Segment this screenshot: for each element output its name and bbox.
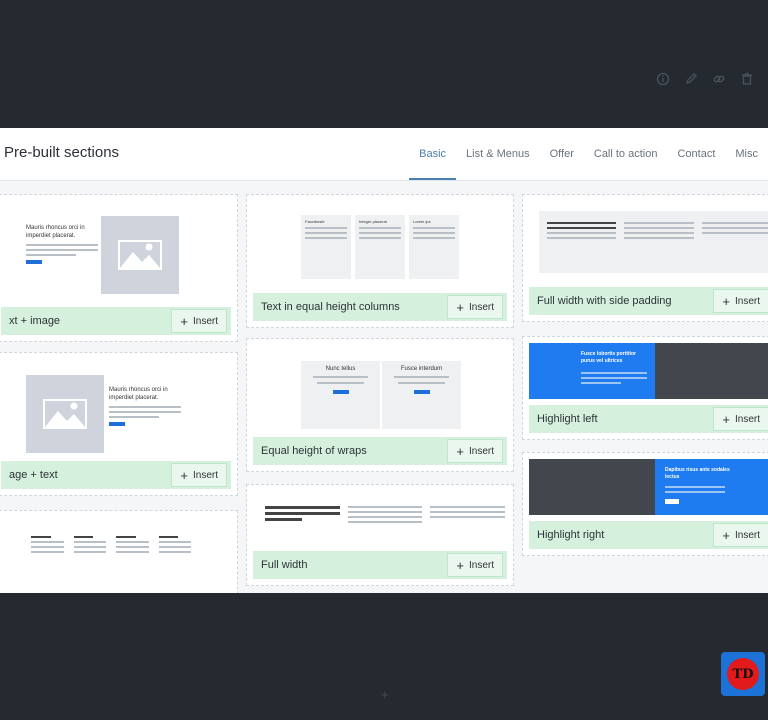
preview-heading: Mauris rhoncus orci in imperdiet placera… xyxy=(26,225,85,239)
image-placeholder xyxy=(26,375,104,453)
insert-button[interactable]: + Insert xyxy=(447,295,503,319)
section-card-text-image[interactable]: Mauris rhoncus orci in imperdiet placera… xyxy=(0,194,238,342)
prebuilt-sections-modal: Pre-built sections Basic List & Menus Of… xyxy=(0,128,768,593)
plus-icon: + xyxy=(722,527,730,543)
plus-icon: + xyxy=(456,299,464,315)
insert-button[interactable]: + Insert xyxy=(713,523,768,547)
section-preview: Mauris rhoncus orci in imperdiet placera… xyxy=(1,359,231,455)
watermark-logo: TD xyxy=(721,652,765,696)
watermark-text: TD xyxy=(727,658,759,690)
tab-call-to-action[interactable]: Call to action xyxy=(584,128,668,180)
plus-icon: + xyxy=(722,411,730,427)
section-footer: age + text + Insert xyxy=(1,461,231,489)
section-card-full-width[interactable]: Full width + Insert xyxy=(246,484,514,586)
section-preview: Mauris rhoncus orci in imperdiet placera… xyxy=(1,201,231,301)
section-preview: Dapibus risus ante sodales lectus xyxy=(529,459,768,515)
link-icon[interactable] xyxy=(712,72,726,86)
section-card-full-width-padding[interactable]: Full width with side padding + Insert xyxy=(522,194,768,322)
image-placeholder xyxy=(101,216,179,294)
section-card-highlight-left[interactable]: Fusce lobortis porttitor purus vel ultri… xyxy=(522,336,768,440)
tab-bar: Basic List & Menus Offer Call to action … xyxy=(409,128,768,180)
preview-heading: Mauris rhoncus orci in imperdiet placera… xyxy=(109,387,168,401)
plus-icon: + xyxy=(180,313,188,329)
section-card-equal-wraps[interactable]: Nunc tellus Fusce interdum Equal height … xyxy=(246,338,514,472)
section-card-four-columns[interactable] xyxy=(0,510,238,593)
section-footer: Highlight right + Insert xyxy=(529,521,768,549)
insert-button[interactable]: + Insert xyxy=(171,309,227,333)
section-footer: Highlight left + Insert xyxy=(529,405,768,433)
insert-button[interactable]: + Insert xyxy=(713,407,768,431)
section-label: Equal height of wraps xyxy=(261,445,367,457)
section-preview: Nunc tellus Fusce interdum xyxy=(253,345,507,431)
trash-icon[interactable] xyxy=(740,72,754,86)
section-label: Full width xyxy=(261,559,308,571)
insert-button[interactable]: + Insert xyxy=(713,289,768,313)
plus-icon: + xyxy=(456,443,464,459)
section-footer: Full width with side padding + Insert xyxy=(529,287,768,315)
section-label: Full width with side padding xyxy=(537,295,672,307)
insert-button[interactable]: + Insert xyxy=(447,439,503,463)
section-footer: Text in equal height columns + Insert xyxy=(253,293,507,321)
plus-icon: + xyxy=(722,293,730,309)
section-card-equal-columns[interactable]: Faucibusfe Integer placerat Lorem ips Te… xyxy=(246,194,514,328)
info-icon[interactable] xyxy=(656,72,670,86)
section-preview: Fusce lobortis porttitor purus vel ultri… xyxy=(529,343,768,399)
section-label: Highlight right xyxy=(537,529,605,541)
section-label: Text in equal height columns xyxy=(261,301,400,313)
section-label: age + text xyxy=(9,469,58,481)
toolbar-icons xyxy=(656,72,754,86)
tab-misc[interactable]: Misc xyxy=(725,128,768,180)
section-preview xyxy=(1,517,231,593)
plus-icon: + xyxy=(456,557,464,573)
section-footer: Full width + Insert xyxy=(253,551,507,579)
insert-button[interactable]: + Insert xyxy=(171,463,227,487)
section-label: xt + image xyxy=(9,315,61,327)
section-footer: Equal height of wraps + Insert xyxy=(253,437,507,465)
section-preview xyxy=(529,201,768,281)
plus-icon: + xyxy=(180,467,188,483)
add-icon[interactable]: + xyxy=(381,687,389,702)
section-footer: xt + image + Insert xyxy=(1,307,231,335)
tab-basic[interactable]: Basic xyxy=(409,128,456,180)
tab-contact[interactable]: Contact xyxy=(667,128,725,180)
section-preview xyxy=(253,491,507,545)
tab-offer[interactable]: Offer xyxy=(540,128,584,180)
pencil-icon[interactable] xyxy=(684,72,698,86)
insert-button[interactable]: + Insert xyxy=(447,553,503,577)
modal-title: Pre-built sections xyxy=(4,144,120,161)
section-label: Highlight left xyxy=(537,413,598,425)
modal-header: Pre-built sections Basic List & Menus Of… xyxy=(0,128,768,181)
sections-grid: Mauris rhoncus orci in imperdiet placera… xyxy=(0,180,768,593)
section-card-highlight-right[interactable]: Dapibus risus ante sodales lectus Highli… xyxy=(522,452,768,556)
section-card-image-text[interactable]: Mauris rhoncus orci in imperdiet placera… xyxy=(0,352,238,496)
section-preview: Faucibusfe Integer placerat Lorem ips xyxy=(253,201,507,287)
tab-list-menus[interactable]: List & Menus xyxy=(456,128,540,180)
